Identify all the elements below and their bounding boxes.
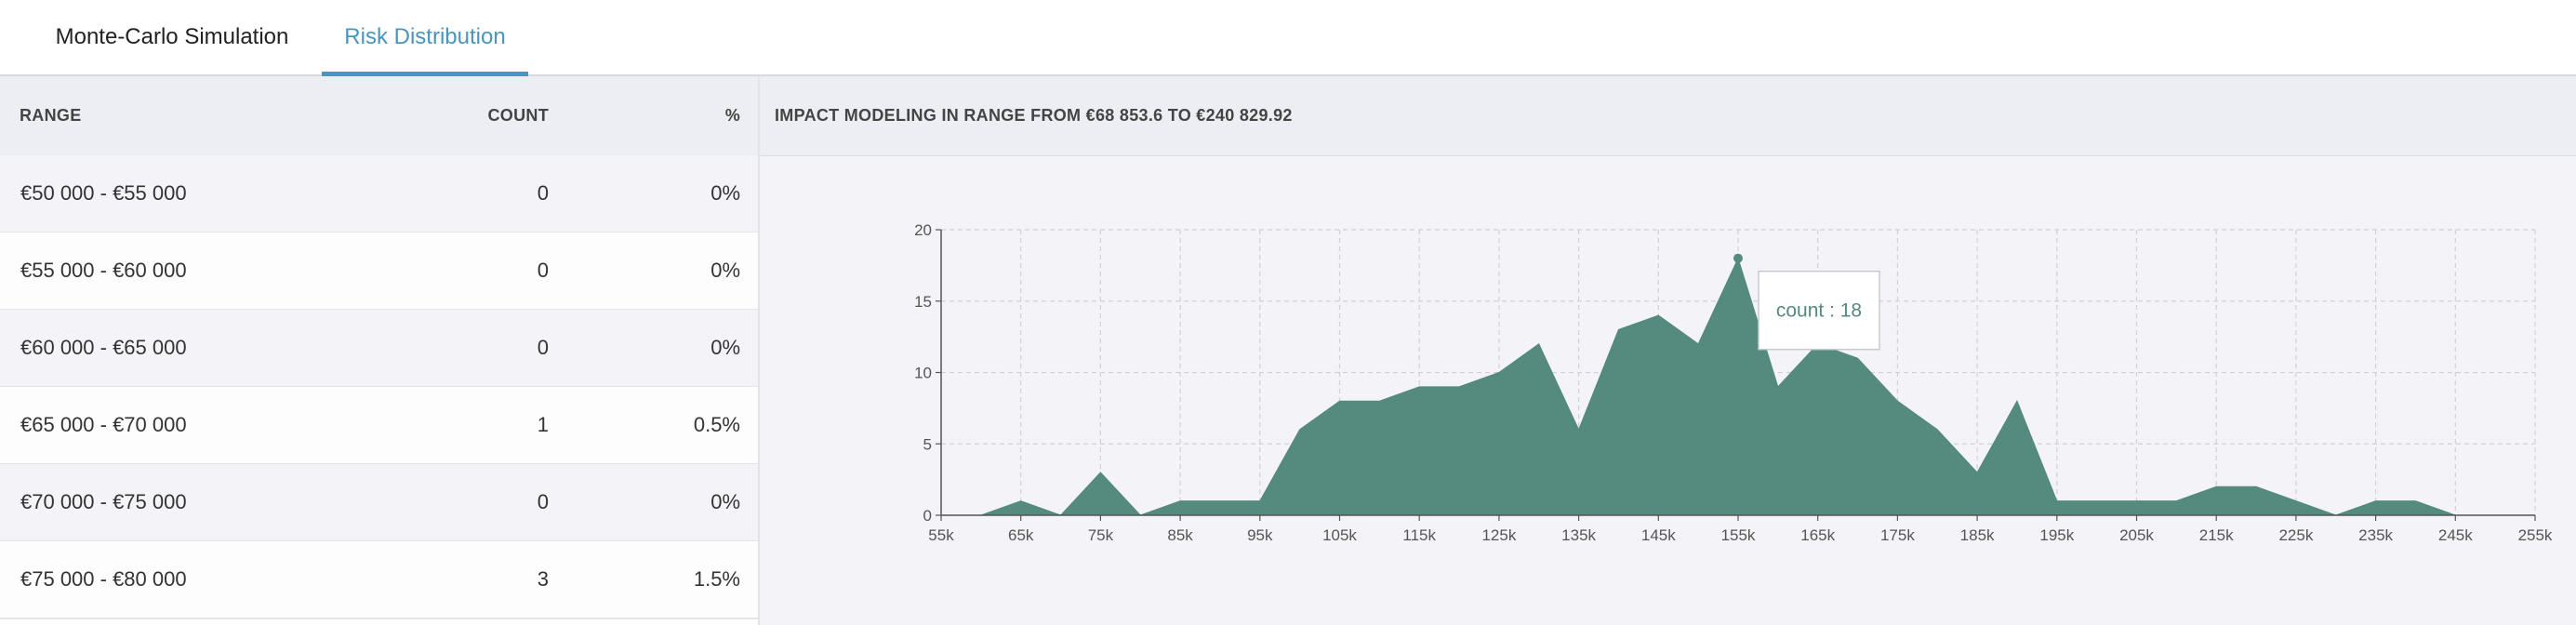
cell-count: 3: [537, 567, 549, 591]
x-tick-label: 155k: [1721, 526, 1756, 544]
x-tick-label: 135k: [1561, 526, 1596, 544]
chart-header: IMPACT MODELING IN RANGE FROM €68 853.6 …: [760, 76, 2576, 156]
column-header-count[interactable]: COUNT: [437, 76, 549, 155]
tab-risk-distribution[interactable]: Risk Distribution: [322, 0, 528, 76]
tooltip-text: count : 18: [1776, 300, 1862, 322]
cell-percent: 0.5%: [693, 413, 740, 436]
x-tick-label: 235k: [2358, 526, 2393, 544]
x-tick-label: 255k: [2518, 526, 2553, 544]
tab-bar: Monte-Carlo Simulation Risk Distribution: [0, 0, 2576, 76]
hover-point-marker: [1733, 253, 1743, 263]
cell-count: 1: [537, 413, 549, 436]
cell-count: 0: [537, 181, 549, 205]
table-row[interactable]: €55 000 - €60 000 0 0%: [0, 233, 758, 311]
table-row[interactable]: €60 000 - €65 000 0 0%: [0, 310, 758, 388]
x-tick-label: 125k: [1481, 526, 1516, 544]
cell-range: €70 000 - €75 000: [20, 490, 187, 513]
x-tick-label: 215k: [2199, 526, 2234, 544]
chart-title: IMPACT MODELING IN RANGE FROM €68 853.6 …: [775, 106, 1293, 125]
cell-percent: 1.5%: [693, 567, 740, 591]
table-row[interactable]: €70 000 - €75 000 0 0%: [0, 464, 758, 542]
risk-distribution-chart[interactable]: 55k 65k 75k 85k 95k 105k 115k 125k 135k 145k 155k 1…: [760, 155, 2576, 625]
x-tick-label: 195k: [2039, 526, 2074, 544]
cell-range: €60 000 - €65 000: [20, 336, 187, 359]
cell-range: €50 000 - €55 000: [20, 181, 187, 205]
x-tick-label: 115k: [1402, 526, 1436, 544]
cell-range: €75 000 - €80 000: [20, 567, 187, 591]
table-row[interactable]: €75 000 - €80 000 3 1.5%: [0, 541, 758, 619]
cell-percent: 0%: [710, 181, 740, 205]
x-tick-label: 165k: [1800, 526, 1835, 544]
cell-count: 0: [537, 259, 549, 282]
y-tick-label: 15: [914, 293, 932, 311]
cell-percent: 0%: [710, 490, 740, 513]
x-tick-label: 85k: [1167, 526, 1193, 544]
cell-range: €55 000 - €60 000: [20, 259, 187, 282]
x-tick-label: 245k: [2438, 526, 2473, 544]
x-tick-label: 175k: [1880, 526, 1915, 544]
cell-percent: 0%: [710, 336, 740, 359]
table-row[interactable]: €65 000 - €70 000 1 0.5%: [0, 387, 758, 465]
cell-percent: 0%: [710, 259, 740, 282]
chart-panel: IMPACT MODELING IN RANGE FROM €68 853.6 …: [760, 76, 2576, 625]
distribution-table: RANGE COUNT % €50 000 - €55 000 0 0% €55…: [0, 76, 760, 625]
table-header: RANGE COUNT %: [0, 76, 758, 156]
x-tick-label: 105k: [1322, 526, 1357, 544]
cell-count: 0: [537, 336, 549, 359]
column-header-range[interactable]: RANGE: [20, 76, 82, 155]
x-tick-label: 75k: [1088, 526, 1114, 544]
x-tick-label: 205k: [2119, 526, 2154, 544]
y-tick-label: 20: [914, 221, 932, 239]
cell-count: 0: [537, 490, 549, 513]
cell-range: €65 000 - €70 000: [20, 413, 187, 436]
y-tick-label: 0: [923, 507, 932, 525]
tab-monte-carlo-simulation[interactable]: Monte-Carlo Simulation: [37, 0, 307, 74]
column-header-percent[interactable]: %: [642, 76, 740, 155]
y-tick-label: 10: [914, 365, 932, 382]
x-tick-label: 55k: [928, 526, 954, 544]
y-tick-label: 5: [923, 435, 932, 453]
table-row[interactable]: €50 000 - €55 000 0 0%: [0, 155, 758, 233]
x-tick-label: 65k: [1008, 526, 1034, 544]
x-tick-label: 185k: [1960, 526, 1995, 544]
x-tick-label: 95k: [1247, 526, 1273, 544]
x-tick-label: 145k: [1641, 526, 1676, 544]
x-tick-label: 225k: [2278, 526, 2313, 544]
